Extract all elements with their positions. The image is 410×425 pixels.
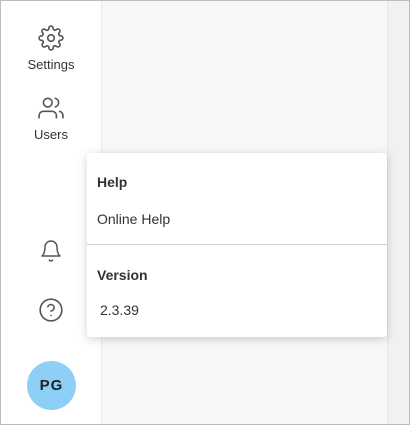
sidebar-item-users[interactable]: Users <box>1 95 101 142</box>
app-window: Settings Users PG Help Online Help Versi… <box>0 0 410 425</box>
bell-icon <box>1 238 101 264</box>
help-button[interactable] <box>1 297 101 323</box>
version-heading: Version <box>97 267 148 283</box>
scrollbar-track[interactable] <box>387 1 409 424</box>
divider <box>87 244 387 245</box>
users-icon <box>1 95 101 121</box>
help-circle-icon <box>1 297 101 323</box>
avatar[interactable]: PG <box>27 361 76 410</box>
gear-icon <box>1 25 101 51</box>
sidebar-item-settings[interactable]: Settings <box>1 25 101 72</box>
notifications-button[interactable] <box>1 238 101 264</box>
sidebar-item-label: Users <box>34 127 68 142</box>
help-popup-menu: Help Online Help Version 2.3.39 <box>87 153 387 337</box>
sidebar-item-label: Settings <box>27 57 75 72</box>
help-heading: Help <box>97 174 128 190</box>
version-value: 2.3.39 <box>100 302 139 318</box>
online-help-link[interactable]: Online Help <box>97 211 170 227</box>
